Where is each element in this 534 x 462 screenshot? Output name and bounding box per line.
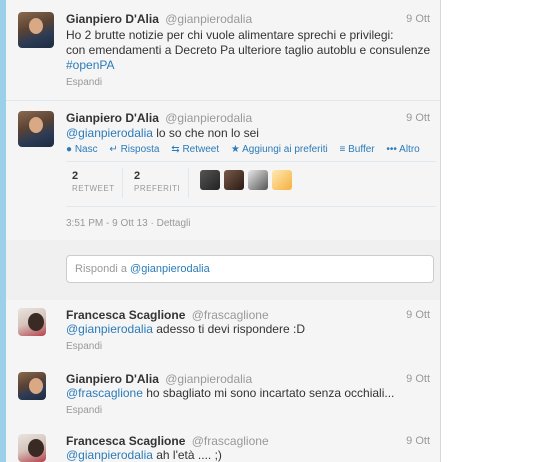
tweet-header: Gianpiero D'Alia @gianpierodalia — [66, 372, 252, 386]
favorite-count[interactable]: 2 — [134, 170, 140, 182]
tweet-header: Francesca Scaglione @frascaglione — [66, 308, 269, 322]
expand-link[interactable]: Espandi — [66, 405, 102, 416]
expand-link[interactable]: Espandi — [66, 77, 102, 88]
tweet-item[interactable]: Gianpiero D'Alia @gianpierodalia 9 Ott @… — [6, 364, 440, 427]
fullname[interactable]: Francesca Scaglione — [66, 308, 185, 322]
tweet-header: Francesca Scaglione @frascaglione — [66, 434, 269, 448]
fullname[interactable]: Gianpiero D'Alia — [66, 111, 159, 125]
mention-link[interactable]: @gianpierodalia — [66, 448, 153, 462]
favorite-action[interactable]: ★ Aggiungi ai preferiti — [231, 144, 328, 155]
reply-arrow-icon: ↵ — [109, 144, 118, 155]
more-action[interactable]: ••• Altro — [386, 144, 419, 155]
username[interactable]: @frascaglione — [192, 434, 269, 448]
tweet-item[interactable]: Francesca Scaglione @frascaglione 9 Ott … — [6, 426, 440, 462]
buffer-action[interactable]: ≡ Buffer — [340, 144, 375, 155]
mention-link[interactable]: @gianpierodalia — [66, 322, 153, 336]
tweet-text-body: adesso ti devi rispondere :D — [152, 322, 305, 336]
tweet-text: @gianpierodalia lo so che non lo sei — [66, 126, 434, 141]
reply-prefix: Rispondi a — [75, 263, 131, 275]
user-avatar-thumb[interactable] — [272, 170, 292, 190]
tweet-conversation: Gianpiero D'Alia @gianpierodalia 9 Ott H… — [0, 0, 441, 462]
hashtag-link[interactable]: #openPA — [66, 58, 434, 73]
reply-area: Rispondi a @gianpierodalia — [6, 240, 440, 301]
username[interactable]: @frascaglione — [192, 308, 269, 322]
tweet-text: @gianpierodalia ah l'età .... ;) — [66, 448, 434, 462]
more-action-label: Altro — [399, 144, 420, 155]
fullname[interactable]: Francesca Scaglione — [66, 434, 185, 448]
buffer-action-label: Buffer — [348, 144, 375, 155]
username[interactable]: @gianpierodalia — [165, 372, 252, 386]
retweet-count-label[interactable]: RETWEET — [72, 184, 115, 193]
avatar[interactable] — [18, 372, 46, 400]
reply-mention: @gianpierodalia — [130, 263, 210, 275]
more-dots-icon: ••• — [386, 144, 397, 155]
tweet-header: Gianpiero D'Alia @gianpierodalia — [66, 111, 252, 125]
tweet-header: Gianpiero D'Alia @gianpierodalia — [66, 12, 252, 26]
reply-action[interactable]: ↵ Risposta — [109, 144, 159, 155]
user-avatar-thumb[interactable] — [248, 170, 268, 190]
star-icon: ★ — [230, 144, 240, 155]
retweet-action-label: Retweet — [182, 144, 220, 155]
stats-divider — [188, 168, 189, 198]
avatar[interactable] — [18, 308, 46, 336]
favorite-count-label[interactable]: PREFERITI — [134, 184, 180, 193]
mention-link[interactable]: @gianpierodalia — [66, 126, 153, 140]
tweet-text-body: ho sbagliato mi sono incartato senza occ… — [142, 386, 395, 400]
tweet-text-line: Ho 2 brutte notizie per chi vuole alimen… — [66, 28, 394, 42]
avatar[interactable] — [18, 434, 46, 462]
fullname[interactable]: Gianpiero D'Alia — [66, 372, 159, 386]
mention-link[interactable]: @frascaglione — [66, 386, 143, 400]
avatar[interactable] — [18, 111, 54, 147]
favorite-action-label: Aggiungi ai preferiti — [242, 144, 328, 155]
retweet-icon: ⇆ — [171, 144, 180, 155]
tweet-actions: ● Nasc ↵ Risposta ⇆ Retweet ★ Aggiungi a… — [66, 144, 429, 155]
tweet-text: @frascaglione ho sbagliato mi sono incar… — [66, 386, 434, 401]
tweet-timestamp[interactable]: 9 Ott — [406, 112, 430, 124]
user-avatar-thumb[interactable] — [200, 170, 220, 190]
expand-link[interactable]: Espandi — [66, 341, 102, 352]
reply-input[interactable]: Rispondi a @gianpierodalia — [66, 255, 434, 283]
tweet-text-body: lo so che non lo sei — [152, 126, 259, 140]
buffer-icon: ≡ — [339, 144, 346, 155]
tweet-text: @gianpierodalia adesso ti devi risponder… — [66, 322, 434, 337]
tweet-text: Ho 2 brutte notizie per chi vuole alimen… — [66, 28, 434, 73]
username[interactable]: @gianpierodalia — [165, 111, 252, 125]
tweet-details[interactable]: 3:51 PM - 9 Ott 13 · Dettagli — [66, 218, 191, 229]
hide-action-label: Nasc — [74, 144, 98, 155]
reply-action-label: Risposta — [120, 144, 160, 155]
fullname[interactable]: Gianpiero D'Alia — [66, 12, 159, 26]
tweet-text-body: ah l'età .... ;) — [152, 448, 222, 462]
tweet-timestamp[interactable]: 9 Ott — [406, 13, 430, 25]
retweet-count[interactable]: 2 — [72, 170, 78, 182]
tweet-item[interactable]: Gianpiero D'Alia @gianpierodalia 9 Ott H… — [6, 0, 440, 101]
tweet-item[interactable]: Francesca Scaglione @frascaglione 9 Ott … — [6, 300, 440, 365]
tweet-stats: 2 RETWEET 2 PREFERITI — [66, 161, 436, 207]
tweet-timestamp[interactable]: 9 Ott — [406, 309, 430, 321]
speech-bubble-icon: ● — [66, 144, 73, 155]
stats-divider — [122, 168, 123, 198]
avatar[interactable] — [18, 12, 54, 48]
tweet-text-line: con emendamenti a Decreto Pa ulteriore t… — [66, 43, 431, 57]
username[interactable]: @gianpierodalia — [165, 12, 252, 26]
tweet-timestamp[interactable]: 9 Ott — [406, 435, 430, 447]
hide-action[interactable]: ● Nasc — [66, 144, 98, 155]
retweet-action[interactable]: ⇆ Retweet — [171, 144, 219, 155]
tweet-timestamp[interactable]: 9 Ott — [406, 373, 430, 385]
user-avatar-thumb[interactable] — [224, 170, 244, 190]
